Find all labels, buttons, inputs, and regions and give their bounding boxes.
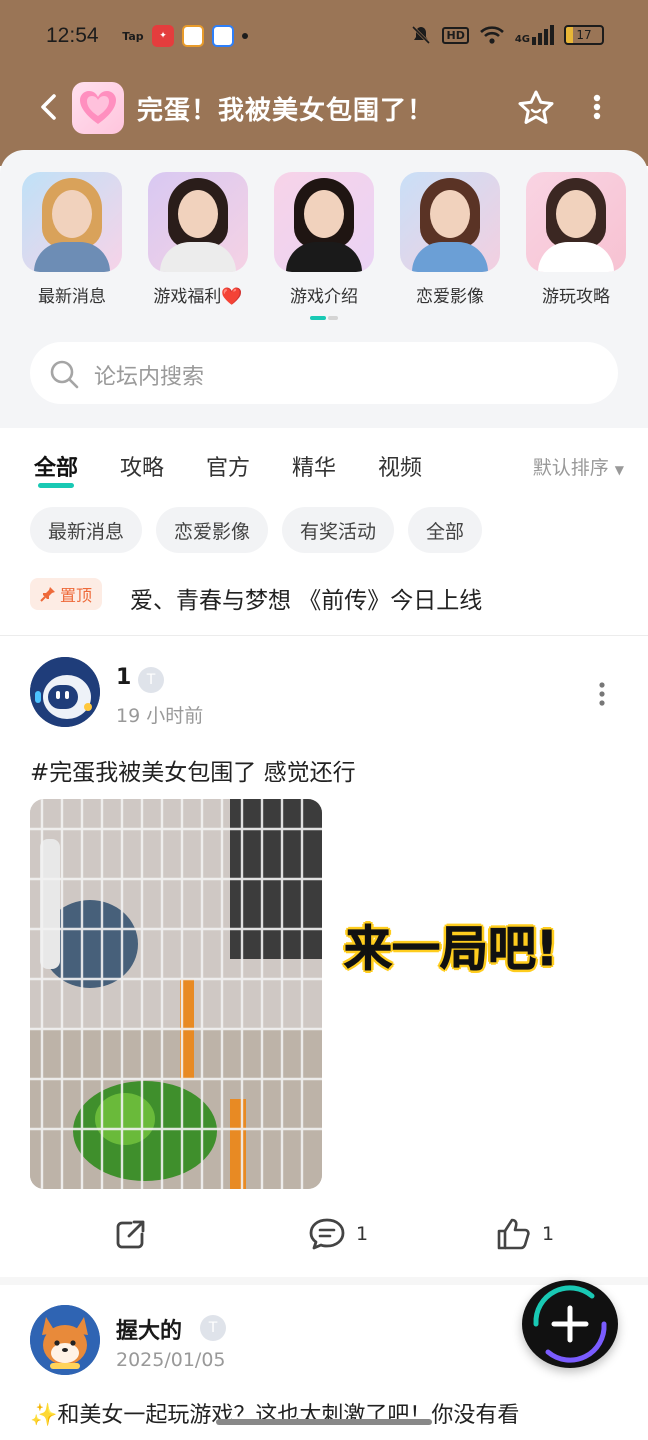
share-icon bbox=[116, 1220, 145, 1249]
post-author[interactable]: 握大的 bbox=[116, 1313, 182, 1345]
level-badge: T bbox=[138, 667, 164, 693]
battery-icon: 17 bbox=[564, 25, 604, 45]
hd-icon: HD bbox=[442, 26, 469, 44]
tab-video[interactable]: 视频 bbox=[378, 450, 422, 482]
post-time: 2025/01/05 bbox=[116, 1349, 226, 1371]
category-avatar bbox=[274, 172, 374, 272]
search-placeholder: 论坛内搜索 bbox=[94, 365, 205, 390]
parrot-cage-photo bbox=[30, 799, 322, 1189]
taptap-icon: Tap bbox=[122, 29, 144, 43]
signal-icon: 4G bbox=[515, 25, 554, 45]
level-badge: T bbox=[200, 1315, 226, 1341]
pinned-post[interactable]: 置顶 爱、青春与梦想 《前传》今日上线 bbox=[0, 570, 648, 636]
thumbs-up-icon bbox=[497, 1218, 530, 1250]
avatar[interactable] bbox=[30, 657, 100, 727]
pinned-badge-label: 置顶 bbox=[60, 586, 93, 605]
heart-logo-icon bbox=[80, 91, 116, 124]
tab-official[interactable]: 官方 bbox=[206, 450, 250, 482]
comment-icon bbox=[309, 1218, 345, 1250]
tab-guides[interactable]: 攻略 bbox=[120, 450, 164, 482]
plus-icon bbox=[533, 1285, 607, 1363]
shiba-avatar-icon bbox=[30, 1305, 100, 1375]
category-label: 游玩攻略 bbox=[542, 287, 610, 307]
category-avatar bbox=[148, 172, 248, 272]
create-post-button[interactable] bbox=[522, 1280, 618, 1368]
wifi-icon bbox=[479, 26, 504, 44]
comment-button[interactable]: 1 bbox=[308, 1217, 368, 1251]
like-button[interactable]: 1 bbox=[496, 1217, 554, 1251]
category-avatar bbox=[22, 172, 122, 272]
feed-tabs: 全部 攻略 官方 精华 视频 默认排序 ▼ bbox=[0, 428, 648, 500]
share-button[interactable] bbox=[114, 1217, 148, 1251]
pin-icon bbox=[40, 587, 55, 602]
tab-featured[interactable]: 精华 bbox=[292, 450, 336, 482]
back-arrow-icon[interactable] bbox=[36, 92, 60, 122]
category-label: 恋爱影像 bbox=[416, 287, 484, 307]
status-right: HD 4G 17 bbox=[410, 24, 604, 46]
filter-chip[interactable]: 恋爱影像 bbox=[156, 507, 269, 553]
like-count: 1 bbox=[542, 1223, 555, 1245]
page-title: 完蛋！我被美女包围了！ bbox=[137, 96, 435, 126]
mute-bell-icon bbox=[412, 25, 431, 45]
network-type: 4G bbox=[514, 34, 530, 45]
category-game-benefits[interactable]: 游戏福利❤️ bbox=[148, 172, 248, 307]
post-author[interactable]: 1 bbox=[116, 665, 131, 690]
category-guides[interactable]: 游玩攻略 bbox=[526, 172, 626, 307]
post-text: #完蛋我被美女包围了 感觉还行 bbox=[30, 760, 356, 786]
search-input[interactable]: 论坛内搜索 bbox=[30, 342, 618, 404]
category-row: 最新消息 游戏福利❤️ 游戏介绍 恋爱影像 游玩攻略 bbox=[22, 172, 626, 307]
feed-post[interactable]: 1 T 19 小时前 #完蛋我被美女包围了 感觉还行 来一局吧! 1 1 bbox=[0, 637, 648, 1285]
tab-all[interactable]: 全部 bbox=[34, 450, 78, 488]
comment-count: 1 bbox=[356, 1223, 369, 1245]
pinned-badge: 置顶 bbox=[30, 578, 103, 610]
category-avatar bbox=[526, 172, 626, 272]
status-bar: 12:54 Tap ✦ HD 4G 17 bbox=[0, 0, 648, 76]
promo-overlay-text: 来一局吧! bbox=[344, 921, 559, 978]
filter-chip[interactable]: 有奖活动 bbox=[282, 507, 395, 553]
avatar[interactable] bbox=[30, 1305, 100, 1375]
post-time: 19 小时前 bbox=[116, 705, 204, 727]
game-logo bbox=[72, 82, 124, 134]
page-indicator bbox=[310, 316, 338, 320]
category-label: 游戏介绍 bbox=[290, 287, 358, 307]
category-label: 最新消息 bbox=[38, 287, 106, 307]
search-icon bbox=[50, 360, 79, 389]
battery-level: 17 bbox=[576, 28, 592, 42]
category-love-gallery[interactable]: 恋爱影像 bbox=[400, 172, 500, 307]
more-notifications-icon bbox=[242, 33, 248, 39]
category-label: 游戏福利❤️ bbox=[153, 287, 243, 307]
post-actions: 1 1 bbox=[0, 1217, 648, 1261]
favorite-star-icon[interactable] bbox=[516, 88, 556, 128]
more-options-icon[interactable] bbox=[590, 92, 604, 122]
shopping-app-icon: ✦ bbox=[152, 25, 174, 47]
sort-dropdown[interactable]: 默认排序 ▼ bbox=[533, 453, 624, 480]
pinned-title: 爱、青春与梦想 《前传》今日上线 bbox=[130, 588, 483, 614]
sort-label: 默认排序 bbox=[532, 457, 609, 479]
wallet-app-icon bbox=[182, 25, 204, 47]
filter-chip[interactable]: 最新消息 bbox=[30, 507, 143, 553]
forum-top-card: 最新消息 游戏福利❤️ 游戏介绍 恋爱影像 游玩攻略 论坛内搜索 bbox=[0, 150, 648, 428]
robot-avatar-icon bbox=[30, 657, 100, 727]
status-time: 12:54 bbox=[46, 24, 99, 47]
browser-app-icon bbox=[212, 25, 234, 47]
caret-down-icon: ▼ bbox=[614, 463, 624, 477]
filter-chip[interactable]: 全部 bbox=[408, 507, 483, 553]
category-avatar bbox=[400, 172, 500, 272]
post-image[interactable] bbox=[30, 799, 322, 1189]
filter-chips: 最新消息 恋爱影像 有奖活动 全部 bbox=[30, 507, 483, 553]
post-more-icon[interactable] bbox=[598, 681, 606, 707]
category-game-intro[interactable]: 游戏介绍 bbox=[274, 172, 374, 307]
home-indicator[interactable] bbox=[216, 1419, 432, 1425]
category-latest-news[interactable]: 最新消息 bbox=[22, 172, 122, 307]
notification-icons: Tap ✦ bbox=[122, 25, 248, 47]
